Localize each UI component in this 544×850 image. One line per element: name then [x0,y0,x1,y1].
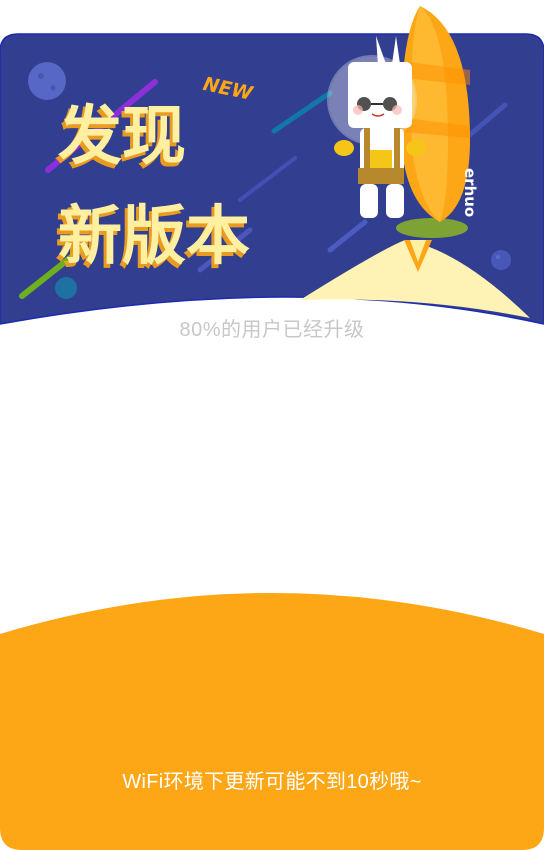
rocket-label: erhuo [461,168,479,217]
update-button[interactable] [0,590,544,850]
hero-banner: NEW 发现 发现 新版本 新版本 erhuo [0,0,544,340]
update-button-shape [0,593,544,850]
update-content-area [0,345,544,595]
upgrade-stat-text: 80%的用户已经升级 [179,319,365,341]
wifi-hint-text: WiFi环境下更新可能不到10秒哦~ [122,771,422,793]
title-line-2: 新版本 [58,200,250,274]
planet-decoration [28,62,66,100]
title-line-1: 发现 [58,100,186,174]
hero-illustration: NEW 发现 发现 新版本 新版本 erhuo [0,6,544,325]
update-dialog: NEW 发现 发现 新版本 新版本 erhuo 80%的用户已经升级 WiFi环… [0,0,544,850]
